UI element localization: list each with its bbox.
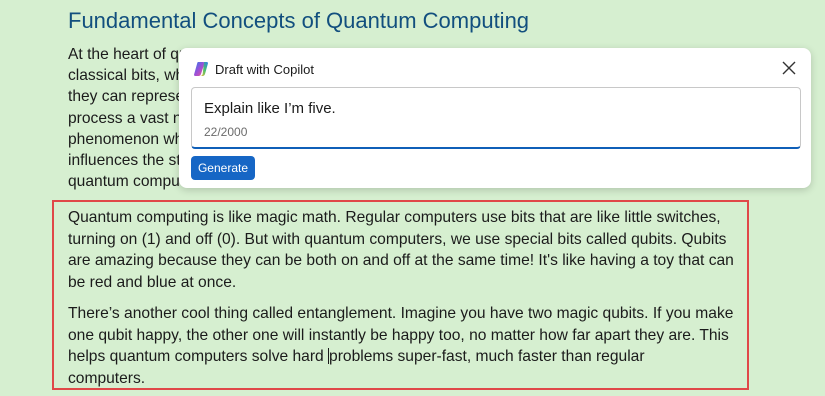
character-count: 22/2000 — [204, 125, 248, 139]
prompt-input[interactable]: Explain like I’m five. 22/2000 — [191, 87, 801, 149]
text-line: turning on (1) and off (0). But with qua… — [68, 230, 727, 248]
text-line: There’s another cool thing called entang… — [68, 305, 734, 322]
copilot-draft-dialog: Draft with Copilot Explain like I’m five… — [179, 48, 811, 188]
text-line: are amazing because they can be both on … — [68, 252, 734, 269]
generated-paragraph-1: Quantum computing is like magic math. Re… — [68, 207, 740, 293]
close-icon[interactable] — [779, 58, 799, 78]
prompt-text: Explain like I’m five. — [204, 100, 336, 117]
copilot-title: Draft with Copilot — [215, 62, 314, 77]
text-line: computers. — [68, 369, 146, 387]
text-line: Quantum computing is like magic math. Re… — [68, 209, 721, 226]
document-heading: Fundamental Concepts of Quantum Computin… — [68, 8, 530, 33]
text-line: helps quantum computers solve hard probl… — [68, 346, 740, 368]
generated-paragraph-2: There’s another cool thing called entang… — [68, 303, 740, 389]
document-canvas[interactable]: Fundamental Concepts of Quantum Computin… — [0, 0, 825, 396]
text-line: one qubit happy, the other one will inst… — [68, 326, 729, 344]
text-segment: problems super-fast, much faster than re… — [329, 348, 645, 365]
text-segment: helps quantum computers solve hard — [68, 348, 329, 365]
generated-content[interactable]: Quantum computing is like magic math. Re… — [52, 200, 749, 390]
generate-button[interactable]: Generate — [191, 156, 255, 180]
text-line: be red and blue at once. — [68, 273, 237, 291]
copilot-logo-icon — [192, 60, 210, 78]
